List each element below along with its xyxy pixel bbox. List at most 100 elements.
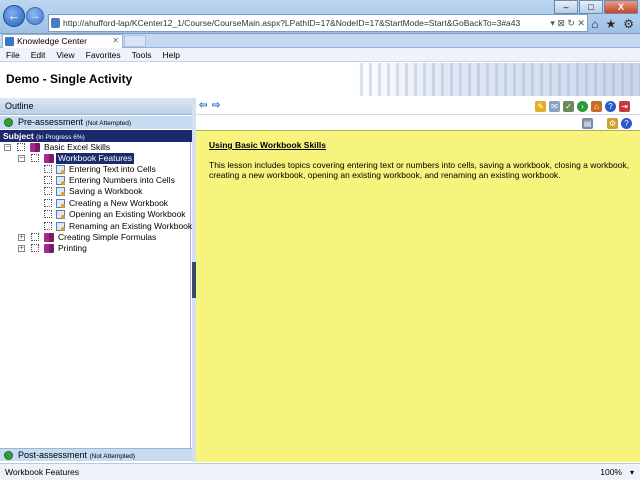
zoom-level[interactable]: 100%	[600, 464, 622, 480]
checkbox-icon[interactable]	[44, 176, 52, 184]
checkbox-icon[interactable]	[31, 154, 39, 162]
tab-title: Knowledge Center	[17, 36, 87, 46]
help-icon[interactable]: ?	[605, 101, 616, 112]
assessment-status-icon	[4, 451, 13, 460]
address-text: http://ahufford-lap/KCenter12_1/Course/C…	[63, 18, 521, 28]
previous-arrow-icon[interactable]: ⇦	[199, 101, 210, 111]
zoom-dropdown-icon[interactable]: ▾	[630, 464, 634, 480]
checkbox-icon[interactable]	[44, 210, 52, 218]
print-icon[interactable]: ▤	[582, 118, 593, 129]
content-subtoolbar: ▤ ⚙ ?	[196, 115, 640, 130]
menu-tools[interactable]: Tools	[126, 48, 157, 61]
app-header: Demo - Single Activity	[0, 63, 640, 96]
book-icon	[44, 154, 54, 163]
page-icon	[56, 187, 65, 196]
tree-item[interactable]: + Printing	[18, 243, 188, 254]
expand-icon[interactable]: +	[18, 245, 25, 252]
menu-help[interactable]: Help	[156, 48, 184, 61]
tree-item-label: Saving a Workbook	[69, 186, 143, 196]
settings-gear-icon[interactable]: ⚙	[623, 17, 634, 31]
checkbox-icon[interactable]	[31, 233, 39, 241]
expand-icon[interactable]: +	[18, 234, 25, 241]
tree-item[interactable]: Renaming an Existing Workbook	[44, 221, 193, 232]
browser-toolbar-icons: ⌂ ★ ⚙	[591, 17, 634, 31]
home-course-icon[interactable]: ⌂	[591, 101, 602, 112]
pre-assessment-label: Pre-assessment	[18, 117, 84, 127]
subject-row[interactable]: Subject (In Progress 6%)	[0, 130, 192, 142]
menu-file[interactable]: File	[0, 48, 25, 61]
tree-item[interactable]: − Basic Excel Skills	[4, 142, 184, 153]
status-text: Workbook Features	[5, 467, 80, 477]
tree-item[interactable]: Opening an Existing Workbook	[44, 209, 190, 220]
pre-assessment-status: (Not Attempted)	[85, 120, 132, 127]
new-tab-button[interactable]	[124, 35, 146, 47]
tree-item-label: Creating a New Workbook	[69, 198, 169, 208]
favorites-star-icon[interactable]: ★	[605, 17, 616, 31]
tree-item-selected[interactable]: − Workbook Features	[4, 153, 184, 164]
checkbox-icon[interactable]	[44, 165, 52, 173]
address-tools-icon[interactable]: ▾ ⊠ ↻ ✕	[550, 15, 585, 31]
checkbox-icon[interactable]	[44, 222, 52, 230]
book-icon	[44, 233, 54, 242]
tree-item[interactable]: Entering Text into Cells	[44, 164, 190, 175]
tree-item[interactable]: Creating a New Workbook	[44, 198, 190, 209]
tree-item-label: Entering Numbers into Cells	[69, 175, 175, 185]
collapse-icon[interactable]: −	[4, 144, 11, 151]
forward-button[interactable]: →	[26, 7, 44, 25]
options-gear-icon[interactable]: ⚙	[607, 118, 618, 129]
back-button[interactable]: ←	[3, 5, 25, 27]
status-bar: Workbook Features 100% ▾	[0, 463, 640, 480]
header-decoration	[360, 63, 640, 96]
bookmark-icon[interactable]: ✎	[535, 101, 546, 112]
tree-item-label: Printing	[58, 243, 87, 253]
tab-favicon-icon	[5, 37, 14, 46]
tab-knowledge-center[interactable]: Knowledge Center ✕	[2, 34, 123, 48]
exit-icon[interactable]: ⇥	[619, 101, 630, 112]
go-icon[interactable]: ›	[577, 101, 588, 112]
close-window-button[interactable]: X	[604, 0, 638, 14]
subject-status: (In Progress 6%)	[36, 134, 85, 141]
tree-item-label: Creating Simple Formulas	[58, 232, 157, 242]
checkbox-icon[interactable]	[44, 187, 52, 195]
lesson-content: Using Basic Workbook Skills This lesson …	[196, 130, 640, 462]
glossary-icon[interactable]: ✓	[563, 101, 574, 112]
page-icon	[56, 222, 65, 231]
checkbox-icon[interactable]	[31, 244, 39, 252]
outline-header: Outline	[0, 98, 192, 115]
outline-tree: − Basic Excel Skills − Workbook Features…	[0, 142, 193, 448]
minimize-button[interactable]: –	[554, 0, 578, 14]
tab-close-icon[interactable]: ✕	[112, 35, 119, 47]
notes-icon[interactable]: ✉	[549, 101, 560, 112]
book-icon	[44, 244, 54, 253]
tree-item[interactable]: Saving a Workbook	[44, 186, 190, 197]
page-icon	[56, 165, 65, 174]
checkbox-icon[interactable]	[17, 143, 25, 151]
tree-item-label: Workbook Features	[56, 153, 135, 164]
next-arrow-icon[interactable]: ⇨	[212, 101, 223, 111]
maximize-button[interactable]: □	[579, 0, 603, 14]
menu-edit[interactable]: Edit	[25, 48, 51, 61]
pre-assessment-row[interactable]: Pre-assessment (Not Attempted)	[0, 116, 192, 129]
post-assessment-row[interactable]: Post-assessment (Not Attempted)	[0, 448, 192, 461]
page-favicon-icon	[51, 18, 60, 28]
post-assessment-label: Post-assessment	[18, 450, 88, 460]
collapse-icon[interactable]: −	[18, 155, 25, 162]
tree-item[interactable]: Entering Numbers into Cells	[44, 175, 190, 186]
page-icon	[56, 176, 65, 185]
menu-view[interactable]: View	[50, 48, 79, 61]
tree-item[interactable]: + Creating Simple Formulas	[18, 232, 188, 243]
menu-favorites[interactable]: Favorites	[80, 48, 126, 61]
tree-item-label: Renaming an Existing Workbook	[69, 221, 193, 231]
page-title: Demo - Single Activity	[6, 72, 133, 86]
subject-label: Subject	[3, 131, 34, 141]
tree-item-label: Opening an Existing Workbook	[69, 209, 186, 219]
checkbox-icon[interactable]	[44, 199, 52, 207]
home-icon[interactable]: ⌂	[591, 17, 598, 31]
menu-bar: File Edit View Favorites Tools Help	[0, 48, 640, 62]
window-controls: – □ X	[553, 0, 638, 14]
address-bar[interactable]: http://ahufford-lap/KCenter12_1/Course/C…	[48, 14, 588, 32]
lesson-body: This lesson includes topics covering ent…	[209, 160, 630, 180]
tab-bar: Knowledge Center ✕	[0, 34, 640, 48]
tree-item-label: Basic Excel Skills	[44, 142, 111, 152]
info-icon[interactable]: ?	[621, 118, 632, 129]
